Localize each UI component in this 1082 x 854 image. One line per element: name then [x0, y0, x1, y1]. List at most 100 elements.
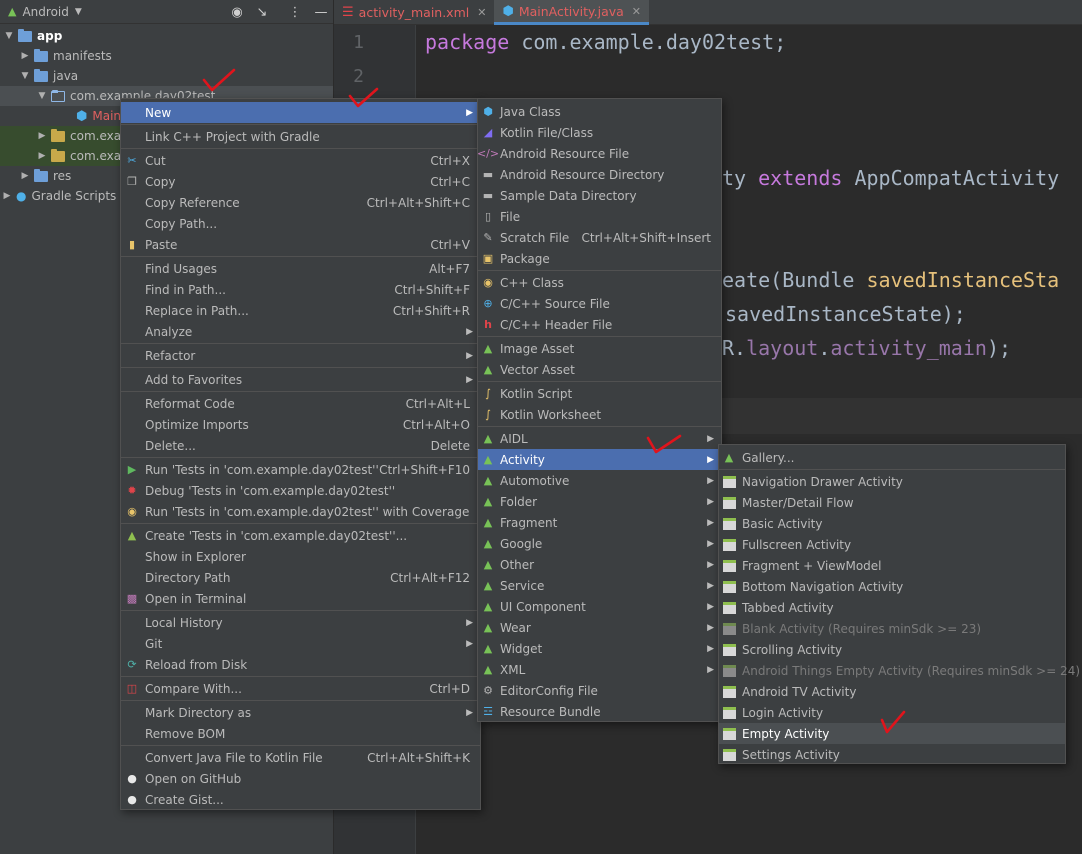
- menu-item-create-tests[interactable]: ▲ Create 'Tests in 'com.example.day02test…: [121, 525, 480, 546]
- menu-item-settings-activity[interactable]: Settings Activity: [719, 744, 1065, 765]
- tree-item-manifests[interactable]: ▶ manifests: [0, 46, 333, 66]
- menu-item-delete[interactable]: Delete... Delete: [121, 435, 480, 456]
- menu-item-scrolling-activity[interactable]: Scrolling Activity: [719, 639, 1065, 660]
- menu-item-add-to-favorites[interactable]: Add to Favorites ▶: [121, 369, 480, 390]
- menu-item-compare-with[interactable]: ◫ Compare With... Ctrl+D: [121, 678, 480, 699]
- tree-item-java[interactable]: ▼ java: [0, 66, 333, 86]
- menu-item-service[interactable]: ▲ Service ▶: [478, 575, 721, 596]
- tree-item-app[interactable]: ▼ app: [0, 26, 333, 46]
- menu-item-debug-tests[interactable]: ✹ Debug 'Tests in 'com.example.day02test'…: [121, 480, 480, 501]
- menu-item-reload-from-disk[interactable]: ⟳ Reload from Disk: [121, 654, 480, 675]
- more-options-icon[interactable]: ⋮: [286, 3, 304, 21]
- menu-item-copy-reference[interactable]: Copy Reference Ctrl+Alt+Shift+C: [121, 192, 480, 213]
- menu-item-optimize-imports[interactable]: Optimize Imports Ctrl+Alt+O: [121, 414, 480, 435]
- expand-arrow-icon[interactable]: ▶: [37, 151, 47, 161]
- menu-item-copy[interactable]: ❐ Copy Ctrl+C: [121, 171, 480, 192]
- code-line-class[interactable]: ty extends AppCompatActivity: [722, 166, 1059, 190]
- menu-item-cpp-header-file[interactable]: h C/C++ Header File: [478, 314, 721, 335]
- menu-item-paste[interactable]: ▮ Paste Ctrl+V: [121, 234, 480, 255]
- menu-item-java-class[interactable]: ⬢ Java Class: [478, 101, 721, 122]
- menu-item-cpp-source-file[interactable]: ⊕ C/C++ Source File: [478, 293, 721, 314]
- menu-item-aidl[interactable]: ▲ AIDL ▶: [478, 428, 721, 449]
- expand-arrow-icon[interactable]: ▼: [20, 71, 30, 81]
- menu-item-find-usages[interactable]: Find Usages Alt+F7: [121, 258, 480, 279]
- menu-item-file[interactable]: ▯ File: [478, 206, 721, 227]
- close-icon[interactable]: ✕: [632, 5, 641, 18]
- collapse-all-icon[interactable]: ↘: [253, 3, 271, 21]
- menu-item-open-in-terminal[interactable]: ▩ Open in Terminal: [121, 588, 480, 609]
- code-line-setcontentview[interactable]: R.layout.activity_main);: [722, 336, 1011, 360]
- menu-item-analyze[interactable]: Analyze ▶: [121, 321, 480, 342]
- project-view-selector[interactable]: Android: [22, 5, 68, 19]
- menu-item-folder[interactable]: ▲ Folder ▶: [478, 491, 721, 512]
- menu-item-link-cpp[interactable]: Link C++ Project with Gradle: [121, 126, 480, 147]
- chevron-down-icon[interactable]: ▼: [75, 7, 82, 17]
- locate-icon[interactable]: ◉: [228, 3, 246, 21]
- menu-item-fragment-viewmodel[interactable]: Fragment + ViewModel: [719, 555, 1065, 576]
- menu-item-navigation-drawer-activity[interactable]: Navigation Drawer Activity: [719, 471, 1065, 492]
- menu-item-reformat-code[interactable]: Reformat Code Ctrl+Alt+L: [121, 393, 480, 414]
- close-icon[interactable]: ✕: [477, 6, 486, 19]
- menu-item-xml[interactable]: ▲ XML ▶: [478, 659, 721, 680]
- menu-item-copy-path[interactable]: Copy Path...: [121, 213, 480, 234]
- menu-item-ui-component[interactable]: ▲ UI Component ▶: [478, 596, 721, 617]
- minimize-icon[interactable]: —: [312, 3, 330, 21]
- menu-item-gallery[interactable]: ▲ Gallery...: [719, 447, 1065, 468]
- menu-item-directory-path[interactable]: Directory Path Ctrl+Alt+F12: [121, 567, 480, 588]
- menu-item-fullscreen-activity[interactable]: Fullscreen Activity: [719, 534, 1065, 555]
- code-line-super[interactable]: savedInstanceState);: [725, 302, 966, 326]
- menu-item-kotlin-file[interactable]: ◢ Kotlin File/Class: [478, 122, 721, 143]
- menu-item-cut[interactable]: ✂ Cut Ctrl+X: [121, 150, 480, 171]
- menu-item-show-in-explorer[interactable]: Show in Explorer: [121, 546, 480, 567]
- menu-item-widget[interactable]: ▲ Widget ▶: [478, 638, 721, 659]
- menu-item-activity[interactable]: ▲ Activity ▶: [478, 449, 721, 470]
- menu-item-master-detail-flow[interactable]: Master/Detail Flow: [719, 492, 1065, 513]
- menu-item-local-history[interactable]: Local History ▶: [121, 612, 480, 633]
- menu-item-tabbed-activity[interactable]: Tabbed Activity: [719, 597, 1065, 618]
- menu-item-kotlin-script[interactable]: ∫ Kotlin Script: [478, 383, 721, 404]
- expand-arrow-icon[interactable]: ▼: [37, 91, 47, 101]
- menu-item-git[interactable]: Git ▶: [121, 633, 480, 654]
- menu-item-convert-to-kotlin[interactable]: Convert Java File to Kotlin File Ctrl+Alt…: [121, 747, 480, 768]
- tab-mainactivity-java[interactable]: ⬢ MainActivity.java ✕: [494, 0, 649, 25]
- menu-item-other[interactable]: ▲ Other ▶: [478, 554, 721, 575]
- menu-item-editorconfig-file[interactable]: ⚙ EditorConfig File: [478, 680, 721, 701]
- menu-item-android-resource-directory[interactable]: ▬ Android Resource Directory: [478, 164, 721, 185]
- menu-item-bottom-navigation-activity[interactable]: Bottom Navigation Activity: [719, 576, 1065, 597]
- menu-item-login-activity[interactable]: Login Activity: [719, 702, 1065, 723]
- menu-item-android-resource-file[interactable]: </> Android Resource File: [477, 143, 721, 164]
- menu-item-run-tests[interactable]: ▶ Run 'Tests in 'com.example.day02test'' C…: [121, 459, 480, 480]
- menu-item-open-on-github[interactable]: ● Open on GitHub: [121, 768, 480, 789]
- menu-item-empty-activity[interactable]: Empty Activity: [719, 723, 1065, 744]
- expand-arrow-icon[interactable]: ▼: [4, 31, 14, 41]
- menu-item-mark-directory-as[interactable]: Mark Directory as ▶: [121, 702, 480, 723]
- menu-item-cpp-class[interactable]: ◉ C++ Class: [478, 272, 721, 293]
- menu-item-vector-asset[interactable]: ▲ Vector Asset: [478, 359, 721, 380]
- menu-item-create-gist[interactable]: ● Create Gist...: [121, 789, 480, 810]
- menu-item-resource-bundle[interactable]: ☲ Resource Bundle: [478, 701, 721, 722]
- expand-arrow-icon[interactable]: ▶: [20, 51, 30, 61]
- code-line-oncreate[interactable]: eate(Bundle savedInstanceSta: [722, 268, 1059, 292]
- tab-activity-main-xml[interactable]: ☰ activity_main.xml ✕: [334, 0, 494, 25]
- menu-item-scratch-file[interactable]: ✎ Scratch File Ctrl+Alt+Shift+Insert: [478, 227, 721, 248]
- code-line-package[interactable]: package com.example.day02test;: [425, 30, 786, 54]
- menu-item-package[interactable]: ▣ Package: [478, 248, 721, 269]
- menu-item-automotive[interactable]: ▲ Automotive ▶: [478, 470, 721, 491]
- menu-item-run-with-coverage[interactable]: ◉ Run 'Tests in 'com.example.day02test'' …: [121, 501, 480, 522]
- menu-item-new[interactable]: New ▶: [121, 102, 480, 123]
- menu-item-remove-bom[interactable]: Remove BOM: [121, 723, 480, 744]
- menu-item-sample-data-directory[interactable]: ▬ Sample Data Directory: [478, 185, 721, 206]
- menu-item-image-asset[interactable]: ▲ Image Asset: [478, 338, 721, 359]
- menu-item-replace-in-path[interactable]: Replace in Path... Ctrl+Shift+R: [121, 300, 480, 321]
- expand-arrow-icon[interactable]: ▶: [37, 131, 47, 141]
- menu-item-fragment[interactable]: ▲ Fragment ▶: [478, 512, 721, 533]
- menu-item-google[interactable]: ▲ Google ▶: [478, 533, 721, 554]
- menu-item-wear[interactable]: ▲ Wear ▶: [478, 617, 721, 638]
- menu-item-android-tv-activity[interactable]: Android TV Activity: [719, 681, 1065, 702]
- menu-item-find-in-path[interactable]: Find in Path... Ctrl+Shift+F: [121, 279, 480, 300]
- expand-arrow-icon[interactable]: ▶: [20, 171, 30, 181]
- menu-item-kotlin-worksheet[interactable]: ∫ Kotlin Worksheet: [478, 404, 721, 425]
- menu-item-basic-activity[interactable]: Basic Activity: [719, 513, 1065, 534]
- expand-arrow-icon[interactable]: ▶: [2, 191, 12, 201]
- menu-item-refactor[interactable]: Refactor ▶: [121, 345, 480, 366]
